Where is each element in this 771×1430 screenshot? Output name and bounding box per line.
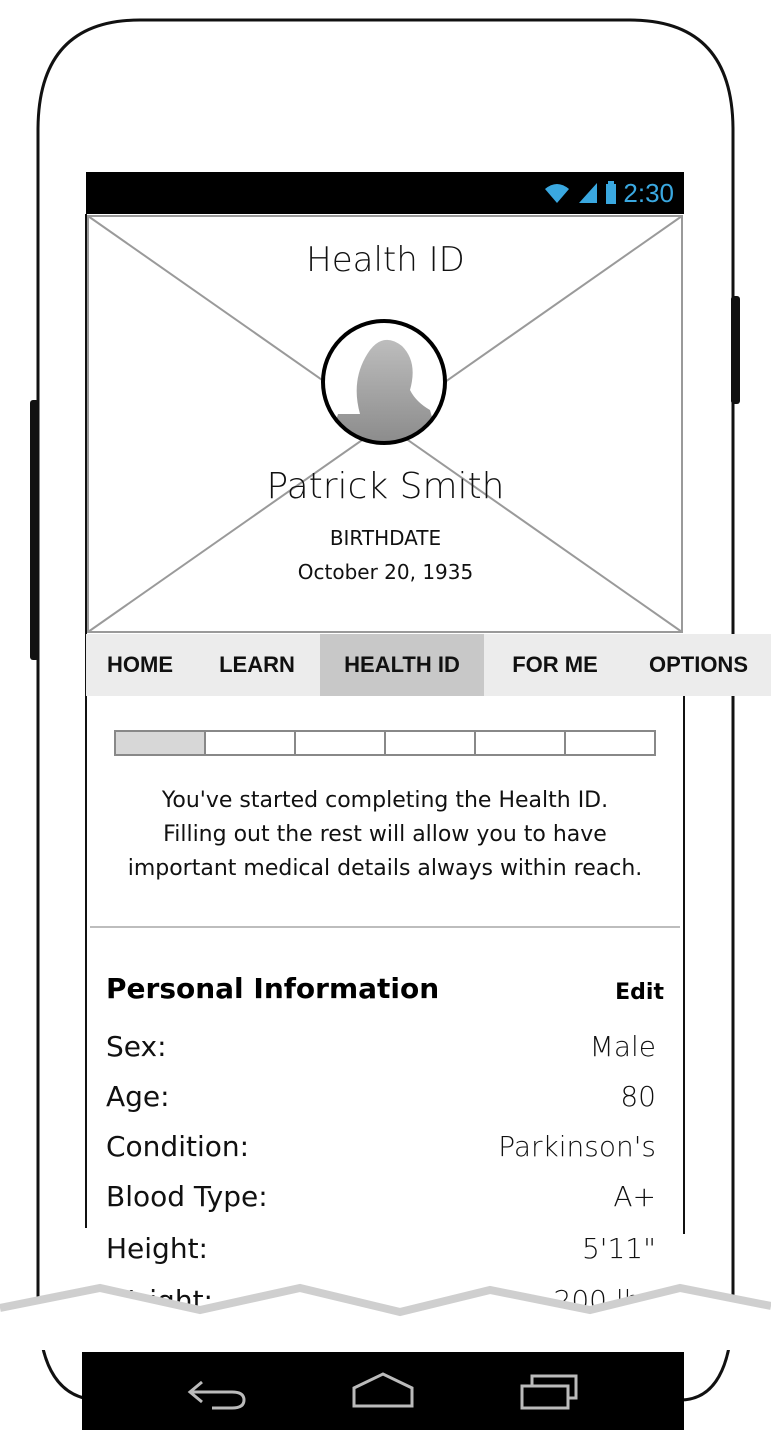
progress-segment — [476, 732, 566, 754]
progress-segment — [566, 732, 654, 754]
status-bar: 2:30 — [86, 172, 684, 214]
tab-bar: HOME LEARN HEALTH ID FOR ME OPTIONS — [86, 634, 771, 696]
section-title: Personal Information — [106, 972, 440, 1005]
birthdate-value: October 20, 1935 — [297, 560, 474, 584]
info-label-height: Height: — [106, 1232, 208, 1265]
progress-segment — [206, 732, 296, 754]
info-label-age: Age: — [106, 1080, 170, 1113]
avatar[interactable] — [320, 318, 448, 446]
progress-segment — [386, 732, 476, 754]
battery-icon — [606, 181, 617, 204]
tab-home[interactable]: HOME — [86, 634, 194, 696]
home-icon[interactable] — [348, 1370, 418, 1412]
status-time: 2:30 — [623, 178, 674, 208]
info-label-condition: Condition: — [106, 1130, 250, 1163]
wifi-icon — [545, 184, 570, 203]
status-icons: 2:30 — [543, 176, 674, 210]
divider — [90, 926, 680, 928]
completion-progress — [114, 730, 656, 756]
tab-options[interactable]: OPTIONS — [626, 634, 771, 696]
recent-apps-icon[interactable] — [518, 1368, 582, 1414]
tab-health-id[interactable]: HEALTH ID — [320, 634, 484, 696]
phone-frame — [30, 18, 740, 1402]
progress-segment — [116, 732, 206, 754]
torn-edge — [0, 1283, 771, 1350]
info-label-sex: Sex: — [106, 1030, 167, 1063]
info-value-condition: Parkinson's — [498, 1130, 656, 1163]
power-button — [731, 296, 740, 404]
birthdate-label: BIRTHDATE — [329, 526, 442, 550]
info-value-age: 80 — [620, 1080, 656, 1113]
message-line: Filling out the rest will allow you to h… — [163, 822, 607, 847]
edit-button[interactable]: Edit — [600, 980, 664, 1005]
message-line: important medical details always within … — [127, 856, 643, 881]
progress-message: You've started completing the Health ID.… — [90, 784, 680, 886]
info-value-blood-type: A+ — [613, 1180, 656, 1213]
tab-learn[interactable]: LEARN — [194, 634, 320, 696]
info-value-sex: Male — [589, 1030, 656, 1063]
info-value-height: 5'11" — [581, 1232, 656, 1265]
profile-name: Patrick Smith — [266, 466, 505, 507]
message-line: You've started completing the Health ID. — [161, 788, 609, 813]
signal-icon — [579, 183, 598, 203]
page-title: Health ID — [306, 240, 465, 280]
progress-segment — [296, 732, 386, 754]
system-nav-bar — [82, 1352, 684, 1430]
tab-for-me[interactable]: FOR ME — [484, 634, 626, 696]
back-icon[interactable] — [182, 1372, 252, 1412]
info-label-blood-type: Blood Type: — [106, 1180, 268, 1213]
